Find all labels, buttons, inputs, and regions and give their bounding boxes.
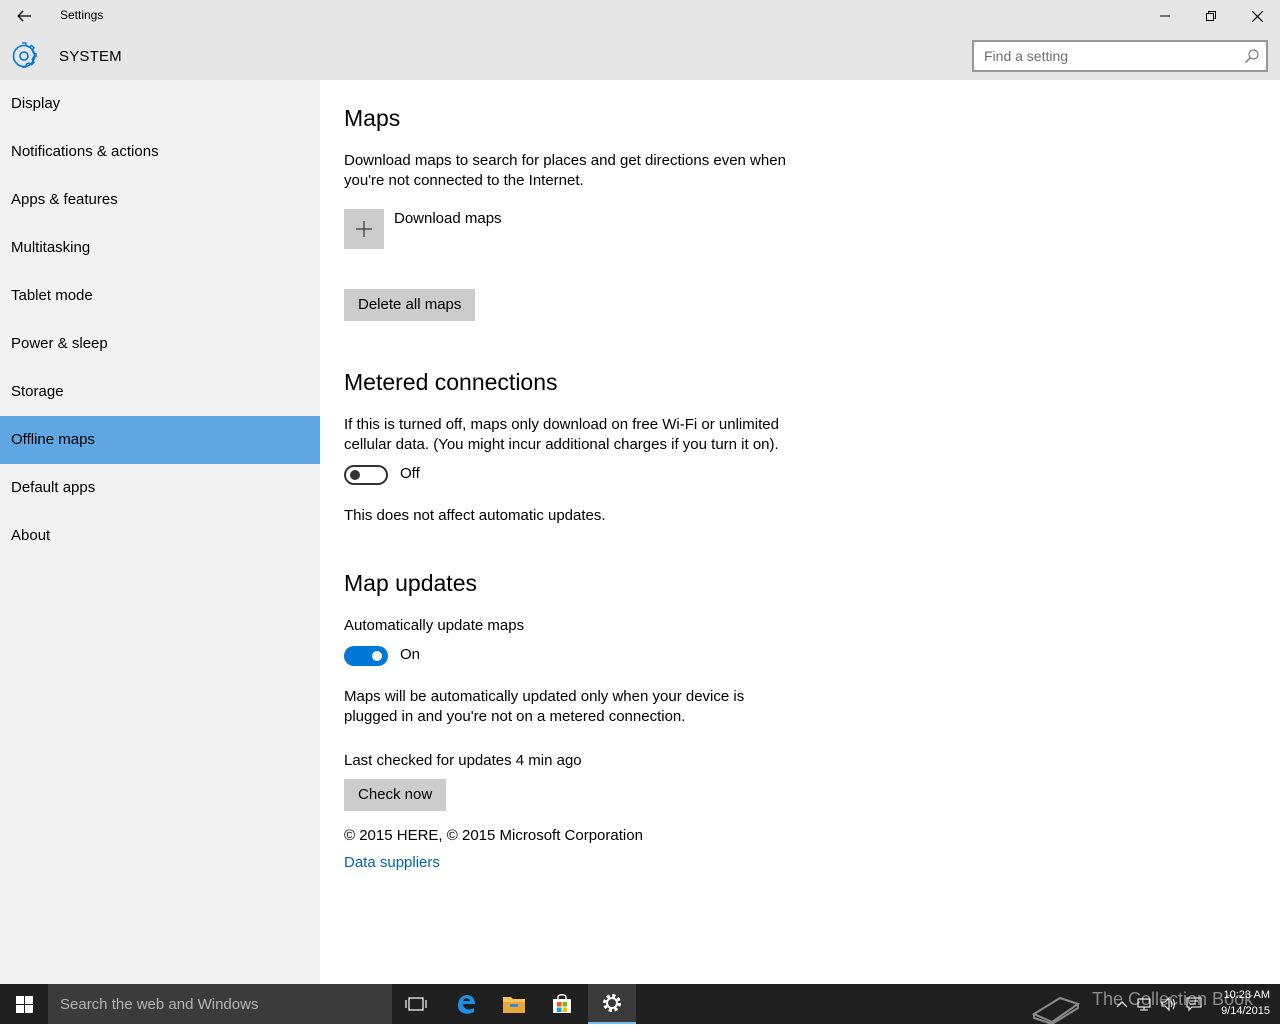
sidebar-item-display[interactable]: Display: [0, 80, 320, 128]
metered-connections-heading: Metered connections: [344, 369, 558, 395]
task-view-icon: [405, 997, 427, 1011]
search-input[interactable]: [974, 42, 1234, 70]
show-hidden-icons-icon[interactable]: [1114, 996, 1130, 1012]
metered-note: This does not affect automatic updates.: [344, 507, 606, 524]
toggle-knob: [372, 651, 382, 661]
download-maps-label[interactable]: Download maps: [394, 209, 594, 229]
restore-button[interactable]: [1188, 0, 1234, 32]
sidebar-item-default-apps[interactable]: Default apps: [0, 464, 320, 512]
copyright-text: © 2015 HERE, © 2015 Microsoft Corporatio…: [344, 827, 643, 844]
back-button[interactable]: [8, 2, 40, 30]
action-center-icon[interactable]: [1186, 996, 1202, 1012]
delete-all-maps-button[interactable]: Delete all maps: [344, 289, 476, 321]
window-title: Settings: [60, 8, 104, 22]
task-view-button[interactable]: [392, 984, 440, 1024]
metered-toggle[interactable]: [344, 465, 388, 485]
main-content: Maps Download maps to search for places …: [320, 80, 1280, 984]
back-arrow-icon: [17, 10, 31, 22]
store-icon: [553, 994, 571, 1013]
close-button[interactable]: [1234, 0, 1280, 32]
sidebar: Display Notifications & actions Apps & f…: [0, 80, 320, 984]
sidebar-item-multitasking[interactable]: Multitasking: [0, 224, 320, 272]
store-taskbar-button[interactable]: [538, 984, 586, 1024]
auto-update-toggle-state: On: [400, 646, 421, 663]
taskbar: Search the web and Windows The Collectio…: [0, 984, 1280, 1026]
toggle-knob: [350, 470, 360, 480]
check-now-button[interactable]: Check now: [344, 779, 447, 811]
taskbar-search-box[interactable]: Search the web and Windows: [48, 984, 392, 1024]
sidebar-item-offline-maps[interactable]: Offline maps: [0, 416, 320, 464]
book-icon: [1031, 996, 1081, 1026]
taskbar-clock[interactable]: 10:23 AM 9/14/2015: [1212, 987, 1270, 1019]
close-icon: [1251, 10, 1263, 22]
clock-time: 10:23 AM: [1223, 989, 1270, 1001]
auto-update-label: Automatically update maps: [344, 617, 525, 634]
metered-description: If this is turned off, maps only downloa…: [344, 416, 779, 453]
maps-description: Download maps to search for places and g…: [344, 152, 786, 189]
edge-icon: [458, 995, 475, 1014]
section-title: SYSTEM: [59, 48, 122, 65]
map-updates-heading: Map updates: [344, 570, 477, 596]
sidebar-item-storage[interactable]: Storage: [0, 368, 320, 416]
sidebar-item-tablet-mode[interactable]: Tablet mode: [0, 272, 320, 320]
maps-heading: Maps: [344, 105, 401, 131]
sidebar-item-about[interactable]: About: [0, 512, 320, 560]
network-icon[interactable]: [1136, 996, 1152, 1012]
folder-icon: [503, 997, 525, 1013]
minimize-button[interactable]: [1142, 0, 1188, 32]
file-explorer-taskbar-button[interactable]: [490, 984, 538, 1024]
metered-toggle-state: Off: [400, 465, 420, 482]
clock-date: 9/14/2015: [1221, 1005, 1270, 1017]
auto-update-toggle[interactable]: [344, 646, 388, 666]
edge-taskbar-button[interactable]: [442, 984, 490, 1024]
plus-icon: [356, 221, 372, 237]
sidebar-item-power-sleep[interactable]: Power & sleep: [0, 320, 320, 368]
start-button[interactable]: [0, 984, 48, 1024]
data-suppliers-link[interactable]: Data suppliers: [344, 854, 440, 871]
settings-header: SYSTEM: [0, 32, 1280, 80]
gear-icon: [12, 42, 37, 68]
last-checked-text: Last checked for updates 4 min ago: [344, 752, 582, 769]
volume-icon[interactable]: [1160, 996, 1176, 1012]
find-setting-search[interactable]: [972, 40, 1268, 72]
auto-update-description: Maps will be automatically updated only …: [344, 688, 745, 725]
settings-taskbar-button[interactable]: [588, 984, 636, 1024]
sidebar-item-notifications[interactable]: Notifications & actions: [0, 128, 320, 176]
watermark: The Collection Book: [1030, 984, 1253, 1026]
restore-icon: [1206, 11, 1216, 21]
settings-gear-icon: [603, 994, 621, 1012]
taskbar-search-placeholder: Search the web and Windows: [60, 996, 259, 1013]
windows-logo-icon: [15, 995, 33, 1013]
download-maps-button[interactable]: [344, 209, 384, 249]
search-icon[interactable]: [1244, 48, 1260, 64]
sidebar-item-apps-features[interactable]: Apps & features: [0, 176, 320, 224]
minimize-icon: [1160, 15, 1170, 17]
title-bar: Settings: [0, 0, 1280, 32]
